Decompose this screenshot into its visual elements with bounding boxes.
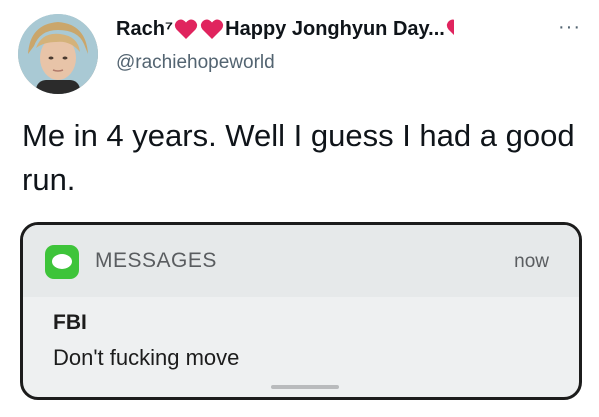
more-options-icon[interactable]: ··· [558,17,581,37]
avatar-photo-icon [18,14,98,94]
notification-sender: FBI [53,311,87,334]
author-name-prefix[interactable]: Rach⁷ [116,18,173,41]
notification-message: Don't fucking move [53,345,240,370]
notification-time: now [514,251,549,272]
tweet-image[interactable]: MESSAGES now FBI Don't fucking move [20,222,582,400]
author-name-suffix[interactable]: Happy Jonghyun Day... [225,18,445,41]
author-name-row[interactable]: Rach⁷ Happy Jonghyun Day... [116,14,536,44]
avatar[interactable] [18,14,98,94]
author-handle[interactable]: @rachiehopeworld [116,52,275,74]
red-heart-icon [174,18,198,40]
notification-app-name: MESSAGES [95,249,217,272]
speech-bubble-icon [52,254,72,269]
grabber-handle [271,385,339,389]
tweet-text: Me in 4 years. Well I guess I had a good… [22,118,575,197]
red-heart-icon [200,18,224,40]
red-heart-icon [446,18,454,40]
notification-header: MESSAGES now [23,225,579,297]
messages-app-icon [45,245,79,279]
